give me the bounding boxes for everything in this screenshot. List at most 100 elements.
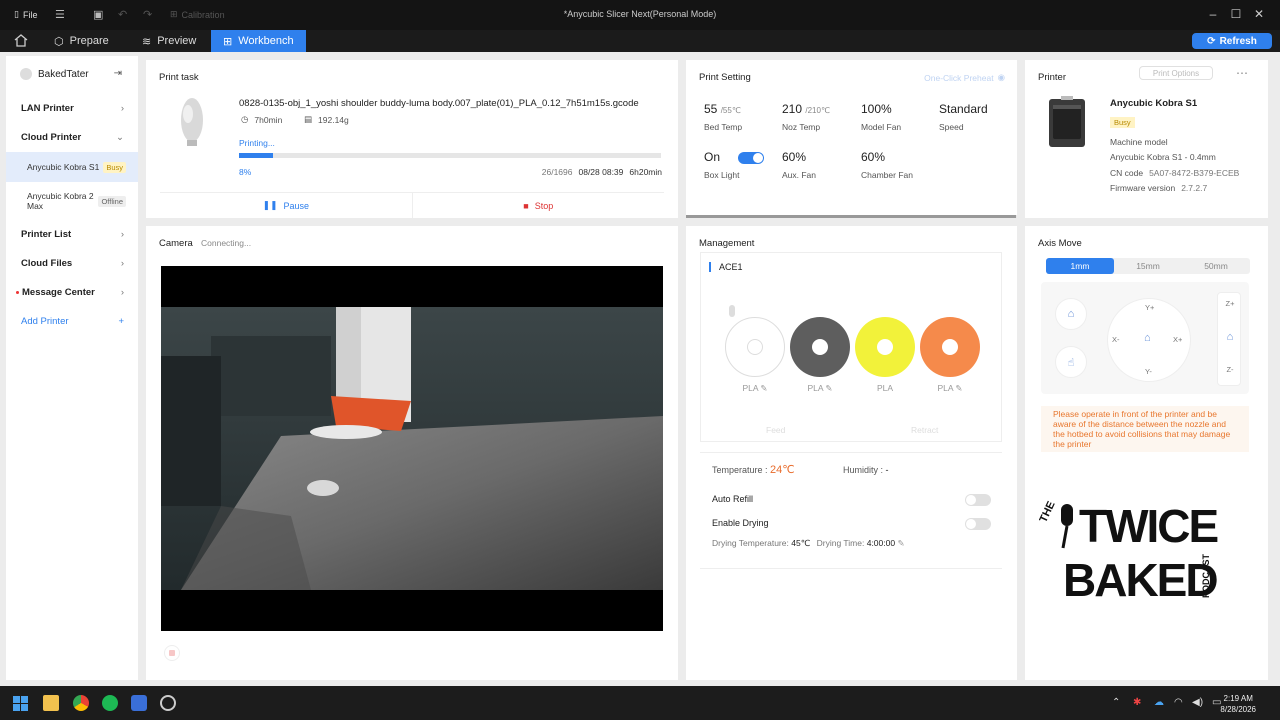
edit-icon[interactable]: ✎ — [825, 383, 832, 393]
x-plus-button[interactable]: X+ — [1173, 335, 1182, 344]
windows-start-icon[interactable] — [13, 696, 28, 711]
print-options-button[interactable]: Print Options — [1139, 66, 1213, 80]
panel-title: Axis Move — [1038, 238, 1082, 249]
app-icon[interactable] — [160, 695, 176, 711]
print-duration: ◷ 7h0min — [241, 114, 283, 125]
edit-icon[interactable]: ✎ — [760, 383, 767, 393]
pause-button[interactable]: ❚❚ Pause — [160, 193, 413, 218]
box-light-toggle[interactable] — [738, 151, 765, 164]
twice-baked-podcast-logo: THE TWICE BAKED PODCAST — [1039, 500, 1219, 606]
spool-hub — [877, 339, 893, 355]
print-setting-panel: Print Setting One-Click Preheat ◉ 55 /55… — [686, 60, 1017, 218]
auto-refill-label: Auto Refill — [712, 494, 754, 504]
stop-icon: ■ — [523, 200, 529, 211]
step-15mm[interactable]: 15mm — [1114, 258, 1182, 274]
home-z-button[interactable]: ☝ — [1055, 346, 1087, 378]
filament-icon: ▤ — [304, 114, 313, 124]
spool-slot-1[interactable] — [725, 317, 785, 377]
edit-icon[interactable]: ✎ — [897, 538, 904, 548]
camera-frame — [161, 307, 663, 631]
model-fan[interactable]: 100% Model Fan — [861, 102, 901, 132]
model-thumbnail — [181, 98, 203, 146]
progress-percent: 8% — [239, 167, 252, 177]
step-1mm[interactable]: 1mm — [1046, 258, 1114, 274]
spool-slot-3[interactable] — [855, 317, 915, 377]
y-minus-button[interactable]: Y- — [1145, 367, 1152, 376]
pause-icon: ❚❚ — [262, 200, 278, 210]
chevron-right-icon: › — [120, 228, 124, 240]
logout-icon[interactable]: ⇥ — [114, 68, 122, 79]
home-xy-button[interactable]: ⌂ — [1055, 298, 1087, 330]
spool-slot-2[interactable] — [790, 317, 850, 377]
close-icon[interactable]: ✕ — [1252, 7, 1266, 21]
nozzle-temp[interactable]: 210 /210℃ Noz Temp — [782, 102, 830, 132]
auto-refill-toggle[interactable] — [965, 494, 991, 506]
sidebar-item-cloud-printer[interactable]: Cloud Printer ⌄ — [6, 125, 138, 149]
wifi-icon[interactable]: ◠ — [1174, 697, 1183, 708]
home-z-icon[interactable]: ⌂ — [1218, 331, 1242, 343]
maximize-icon[interactable]: ☐ — [1229, 7, 1243, 21]
bed-temp[interactable]: 55 /55℃ Bed Temp — [704, 102, 742, 132]
spool-slot-4[interactable] — [920, 317, 980, 377]
plus-icon: + — [118, 315, 124, 327]
home-icon[interactable] — [14, 34, 28, 47]
system-clock[interactable]: 2:19 AM 8/28/2026 — [1220, 693, 1256, 715]
feed-button[interactable]: Feed — [766, 425, 785, 435]
sidebar-item-message-center[interactable]: Message Center › — [6, 280, 138, 304]
printer-item-kobra-2-max[interactable]: Anycubic Kobra 2 Max Offline — [6, 186, 138, 216]
minimize-icon[interactable]: – — [1206, 7, 1220, 21]
stop-button[interactable]: ■ Stop — [413, 193, 665, 218]
volume-icon[interactable]: ◀) — [1192, 697, 1203, 708]
chevron-right-icon: › — [120, 257, 124, 269]
record-icon — [169, 650, 175, 656]
tray-app-icon[interactable]: ✱ — [1133, 697, 1141, 708]
camera-panel: Camera Connecting... — [146, 226, 678, 680]
chevron-up-icon[interactable]: ⌃ — [1112, 697, 1120, 708]
avatar — [20, 68, 32, 80]
refresh-button[interactable]: ⟳ Refresh — [1192, 33, 1272, 49]
status-badge: Busy — [103, 161, 126, 173]
printer-sidebar: BakedTater ⇥ LAN Printer › Cloud Printer… — [6, 56, 138, 680]
chrome-icon[interactable] — [73, 695, 89, 711]
spotify-icon[interactable] — [102, 695, 118, 711]
edit-icon[interactable]: ✎ — [955, 383, 962, 393]
sidebar-item-lan-printer[interactable]: LAN Printer › — [6, 96, 138, 120]
print-task-panel: Print task 0828-0135-obj_1_yoshi shoulde… — [146, 60, 678, 218]
add-printer-button[interactable]: Add Printer + — [6, 309, 138, 333]
printer-item-kobra-s1[interactable]: Anycubic Kobra S1 Busy — [6, 152, 138, 182]
print-stats: 26/1696 08/28 08:39 6h20min — [542, 167, 662, 177]
machine-model-label: Machine model — [1110, 137, 1168, 147]
panel-title: Management — [699, 238, 755, 249]
ace-scroll-indicator[interactable] — [729, 305, 735, 317]
anycubic-slicer-icon[interactable] — [131, 695, 147, 711]
user-profile[interactable]: BakedTater — [20, 68, 89, 80]
status-badge: Offline — [98, 195, 126, 207]
x-minus-button[interactable]: X- — [1112, 335, 1120, 344]
step-50mm[interactable]: 50mm — [1182, 258, 1250, 274]
z-plus-button[interactable]: Z+ — [1218, 299, 1242, 308]
more-icon[interactable]: ⋯ — [1236, 66, 1248, 80]
z-minus-button[interactable]: Z- — [1218, 365, 1242, 374]
ace-title: ACE1 — [709, 262, 743, 272]
enable-drying-toggle[interactable] — [965, 518, 991, 530]
one-click-preheat-button[interactable]: One-Click Preheat ◉ — [924, 72, 1005, 83]
cloud-icon[interactable]: ☁ — [1154, 697, 1164, 708]
printer-name: Anycubic Kobra S1 — [1110, 98, 1198, 109]
spool-label-2: PLA ✎ — [807, 383, 833, 393]
camera-status: Connecting... — [201, 238, 252, 248]
horizontal-scrollbar[interactable] — [686, 215, 1017, 218]
y-plus-button[interactable]: Y+ — [1145, 303, 1154, 312]
sidebar-item-cloud-files[interactable]: Cloud Files › — [6, 251, 138, 275]
tab-preview[interactable]: ≋ Preview — [130, 30, 208, 52]
tab-workbench[interactable]: ⊞ Workbench — [211, 30, 306, 52]
retract-button[interactable]: Retract — [911, 425, 938, 435]
divider — [700, 452, 1002, 453]
tab-prepare[interactable]: ⬡ Prepare — [42, 30, 121, 52]
record-button[interactable] — [164, 645, 180, 661]
home-icon[interactable]: ⌂ — [1144, 332, 1151, 344]
speed-setting[interactable]: Standard Speed — [939, 102, 988, 132]
aux-fan[interactable]: 60% Aux. Fan — [782, 150, 816, 180]
sidebar-item-printer-list[interactable]: Printer List › — [6, 222, 138, 246]
chamber-fan[interactable]: 60% Chamber Fan — [861, 150, 913, 180]
file-explorer-icon[interactable] — [43, 695, 59, 711]
